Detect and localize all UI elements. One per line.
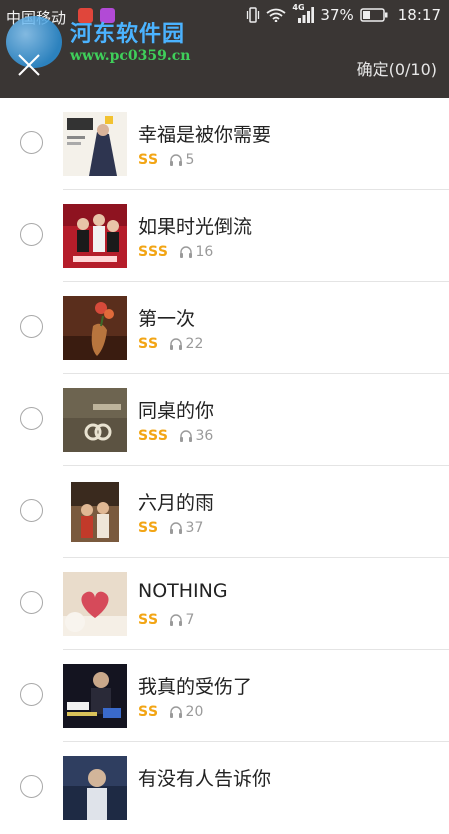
song-meta: SS 5 <box>138 152 194 168</box>
select-radio[interactable] <box>20 775 43 798</box>
battery-percent: 37% <box>320 6 354 24</box>
headphones-icon <box>169 614 182 626</box>
song-row[interactable]: 我真的受伤了 SS 20 <box>0 650 449 742</box>
watermark-title: 河东软件园 <box>70 21 186 47</box>
select-radio[interactable] <box>20 223 43 246</box>
song-row[interactable]: 幸福是被你需要 SS 5 <box>0 98 449 190</box>
close-icon <box>18 54 40 76</box>
album-cover <box>63 756 127 820</box>
album-cover <box>63 664 127 728</box>
header-bar: 中国移动 4G 37% 18:17 河东软件园 www.pc0359.cn 确定… <box>0 0 449 98</box>
headphones-icon <box>179 430 192 442</box>
headphones-icon <box>169 338 182 350</box>
play-count: 22 <box>185 336 204 352</box>
close-button[interactable] <box>10 46 48 84</box>
song-row[interactable]: NOTHING SS 7 <box>0 558 449 650</box>
watermark-url: www.pc0359.cn <box>70 48 191 64</box>
song-meta: SSS 36 <box>138 428 213 444</box>
song-title: NOTHING <box>138 580 228 602</box>
select-radio[interactable] <box>20 131 43 154</box>
vibrate-icon <box>247 7 260 23</box>
select-radio[interactable] <box>20 683 43 706</box>
quality-badge: SS <box>138 336 159 352</box>
song-title: 如果时光倒流 <box>138 216 253 238</box>
play-count: 36 <box>195 428 214 444</box>
song-meta: SS 37 <box>138 520 203 536</box>
song-meta: SSS 16 <box>138 244 213 260</box>
quality-badge: SSS <box>138 428 169 444</box>
album-cover <box>63 112 127 176</box>
song-row[interactable]: 有没有人告诉你 <box>0 742 449 834</box>
song-meta: SS 7 <box>138 612 194 628</box>
battery-icon <box>360 8 388 22</box>
play-count: 5 <box>185 152 195 168</box>
quality-badge: SS <box>138 152 159 168</box>
album-cover <box>63 572 127 636</box>
play-count: 7 <box>185 612 195 628</box>
quality-badge: SSS <box>138 244 169 260</box>
song-row[interactable]: 如果时光倒流 SSS 16 <box>0 190 449 282</box>
wifi-icon <box>266 8 286 22</box>
song-title: 幸福是被你需要 <box>138 124 272 146</box>
select-radio[interactable] <box>20 591 43 614</box>
album-cover <box>63 480 127 544</box>
song-row[interactable]: 六月的雨 SS 37 <box>0 466 449 558</box>
album-cover <box>63 388 127 452</box>
song-row[interactable]: 第一次 SS 22 <box>0 282 449 374</box>
quality-badge: SS <box>138 520 159 536</box>
play-count: 37 <box>185 520 204 536</box>
quality-badge: SS <box>138 612 159 628</box>
confirm-button[interactable]: 确定(0/10) <box>357 56 437 80</box>
select-radio[interactable] <box>20 315 43 338</box>
headphones-icon <box>169 706 182 718</box>
status-indicators: 4G 37% 18:17 <box>246 3 441 24</box>
album-cover <box>63 204 127 268</box>
headphones-icon <box>179 246 192 258</box>
headphones-icon <box>169 522 182 534</box>
song-meta: SS 22 <box>138 336 203 352</box>
quality-badge: SS <box>138 704 159 720</box>
clock: 18:17 <box>397 6 441 24</box>
song-title: 同桌的你 <box>138 400 215 422</box>
play-count: 20 <box>185 704 204 720</box>
song-row[interactable]: 同桌的你 SSS 36 <box>0 374 449 466</box>
song-title: 第一次 <box>138 308 196 330</box>
song-title: 六月的雨 <box>138 492 215 514</box>
song-title: 有没有人告诉你 <box>138 768 272 790</box>
select-radio[interactable] <box>20 407 43 430</box>
album-cover <box>63 296 127 360</box>
song-meta: SS 20 <box>138 704 203 720</box>
song-title: 我真的受伤了 <box>138 676 253 698</box>
select-radio[interactable] <box>20 499 43 522</box>
song-list: 幸福是被你需要 SS 5 如果时光倒流 SSS 16 第一次 SS 22 同桌的… <box>0 98 449 834</box>
headphones-icon <box>169 154 182 166</box>
signal-icon: 4G <box>292 3 315 23</box>
play-count: 16 <box>195 244 214 260</box>
